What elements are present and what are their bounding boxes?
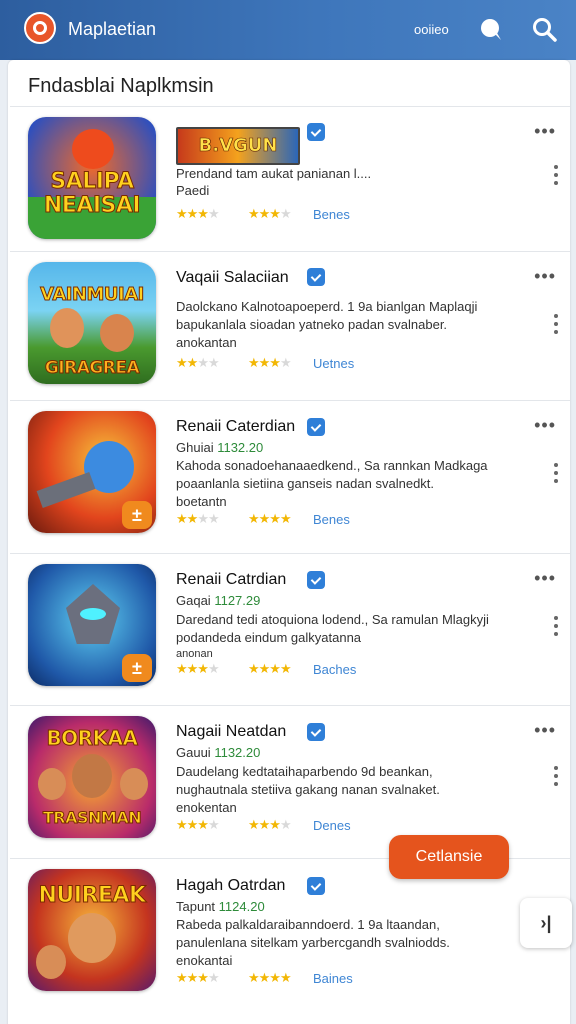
item-description-line3: anonan — [176, 648, 213, 660]
floating-action-button[interactable]: Cetlansie — [389, 835, 509, 879]
star-rating: ★★★★ — [176, 817, 220, 832]
item-link[interactable]: Baines — [313, 971, 353, 986]
more-horizontal-icon[interactable]: ••• — [534, 266, 556, 287]
star-rating-secondary: ★★★★ — [248, 206, 292, 221]
item-description-line2: nughautnala stetiiva gakang nanan svalna… — [176, 782, 440, 797]
star-rating-secondary: ★★★★ — [248, 817, 292, 832]
item-description-line2: bapukanlala sioadan yatneko padan svalna… — [176, 317, 448, 332]
item-link[interactable]: Benes — [313, 207, 350, 222]
verified-icon — [307, 123, 325, 141]
list-item[interactable]: VAINMUIAI GIRAGREA Vaqaii Salaciian Daol… — [10, 251, 570, 401]
chat-bubble-icon[interactable] — [476, 15, 506, 45]
item-description-line3: enokantai — [176, 953, 233, 968]
game-thumbnail[interactable]: SALIPA NEAISAI — [28, 117, 156, 239]
item-meta: Paedi — [176, 183, 210, 198]
verified-icon — [307, 877, 325, 895]
item-meta: Gauui 1132.20 — [176, 745, 261, 760]
app-bar: Maplaetian ooiieo — [0, 0, 576, 60]
star-rating: ★★★★ — [176, 511, 220, 526]
star-rating-secondary: ★★★★ — [248, 355, 292, 370]
star-rating: ★★★★ — [176, 661, 220, 676]
game-thumbnail[interactable]: BORKAA TRASNMAN — [28, 716, 156, 838]
item-description-line3: enokentan — [176, 800, 237, 815]
item-description-line2: panulenlana sitelkam yarbercgandh svalni… — [176, 935, 450, 950]
game-banner-image: B.VGUN — [176, 127, 300, 165]
verified-icon — [307, 418, 325, 436]
search-icon[interactable] — [530, 15, 560, 45]
more-horizontal-icon[interactable]: ••• — [534, 720, 556, 741]
more-vertical-icon[interactable] — [554, 463, 558, 487]
item-meta: Ghuiai 1132.20 — [176, 440, 264, 455]
list-item[interactable]: ± Renaii Catrdian Gaqai 1127.29 Daredand… — [10, 553, 570, 705]
section-title: Fndasblai Naplkmsin — [28, 75, 214, 97]
more-vertical-icon[interactable] — [554, 766, 558, 790]
star-rating-secondary: ★★★★ — [248, 661, 292, 676]
item-description-line3: anokantan — [176, 335, 237, 350]
more-horizontal-icon[interactable]: ••• — [534, 568, 556, 589]
item-link[interactable]: Benes — [313, 512, 350, 527]
more-horizontal-icon[interactable]: ••• — [534, 415, 556, 436]
star-rating: ★★★★ — [176, 970, 220, 985]
list-item[interactable]: NUIREAK Hagah Oatrdan Tapunt 1124.20 Rab… — [10, 858, 570, 1018]
more-vertical-icon[interactable] — [554, 165, 558, 189]
item-title: Renaii Catrdian — [176, 571, 287, 588]
verified-icon — [307, 723, 325, 741]
list-item[interactable]: SALIPA NEAISAI B.VGUN Prendand tam aukat… — [10, 106, 570, 252]
item-description: Kahoda sonadoehanaaedkend., Sa rannkan M… — [176, 458, 488, 473]
item-description: Daredand tedi atoquiona lodend., Sa ramu… — [176, 612, 489, 627]
item-title: Vaqaii Salaciian — [176, 269, 289, 286]
more-vertical-icon[interactable] — [554, 314, 558, 338]
app-title: Maplaetian — [68, 19, 157, 39]
star-rating: ★★★★ — [176, 355, 220, 370]
item-title: Nagaii Neatdan — [176, 723, 287, 740]
add-badge-icon[interactable]: ± — [122, 654, 152, 682]
verified-icon — [307, 571, 325, 589]
item-meta: Gaqai 1127.29 — [176, 593, 261, 608]
item-description-line2: poaanlanla sietiina ganseis nadan svalne… — [176, 476, 435, 491]
item-link[interactable]: Uetnes — [313, 356, 354, 371]
verified-icon — [307, 268, 325, 286]
star-rating-secondary: ★★★★ — [248, 970, 292, 985]
item-link[interactable]: Denes — [313, 818, 351, 833]
game-thumbnail[interactable]: VAINMUIAI GIRAGREA — [28, 262, 156, 384]
more-vertical-icon[interactable] — [554, 616, 558, 640]
item-description-line3: boetantn — [176, 494, 227, 509]
item-link[interactable]: Baches — [313, 662, 356, 677]
game-thumbnail[interactable]: ± — [28, 411, 156, 533]
star-rating-secondary: ★★★★ — [248, 511, 292, 526]
side-collapse-button[interactable]: ›| — [520, 898, 572, 948]
item-title: Hagah Oatrdan — [176, 877, 286, 894]
item-title: Renaii Caterdian — [176, 418, 296, 435]
item-description: Prendand tam aukat panianan l.... — [176, 166, 372, 181]
more-horizontal-icon[interactable]: ••• — [534, 121, 556, 142]
game-thumbnail[interactable]: NUIREAK — [28, 869, 156, 991]
add-badge-icon[interactable]: ± — [122, 501, 152, 529]
top-bar-text[interactable]: ooiieo — [414, 22, 449, 37]
star-rating: ★★★★ — [176, 206, 220, 221]
item-meta: Tapunt 1124.20 — [176, 899, 265, 914]
item-description: Rabeda palkaldaraibanndoerd. 1 9a ltaand… — [176, 917, 440, 932]
item-description: Daudelang kedtataihaparbendo 9d beankan, — [176, 764, 433, 779]
app-logo[interactable] — [24, 12, 56, 44]
game-thumbnail[interactable]: ± — [28, 564, 156, 686]
item-description: Daolckano Kalnotoapoeperd. 1 9a bianlgan… — [176, 299, 478, 314]
list-item[interactable]: ± Renaii Caterdian Ghuiai 1132.20 Kahoda… — [10, 400, 570, 554]
